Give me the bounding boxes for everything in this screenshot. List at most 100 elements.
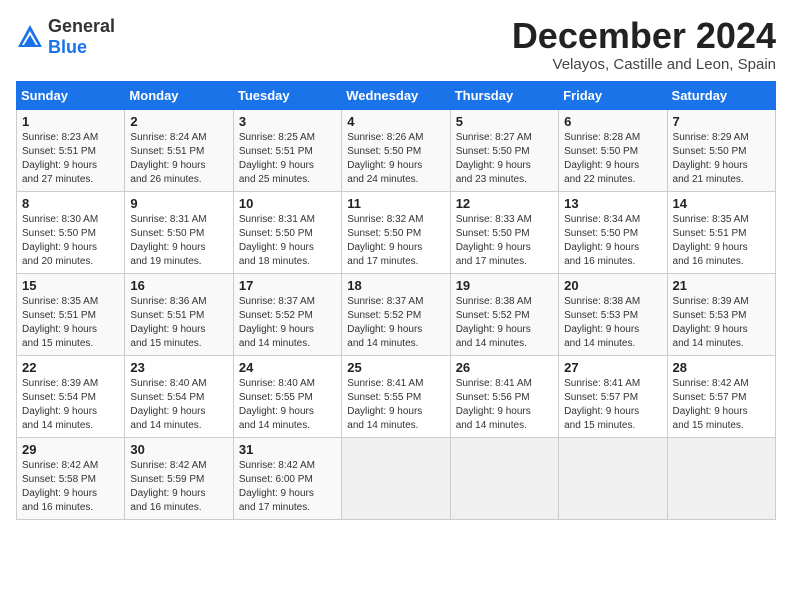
location-subtitle: Velayos, Castille and Leon, Spain <box>512 56 776 73</box>
logo-text-general: General <box>48 16 115 36</box>
calendar-cell: 28Sunrise: 8:42 AM Sunset: 5:57 PM Dayli… <box>667 355 775 437</box>
day-number: 3 <box>239 114 336 129</box>
day-info: Sunrise: 8:38 AM Sunset: 5:52 PM Dayligh… <box>456 295 553 351</box>
day-info: Sunrise: 8:40 AM Sunset: 5:54 PM Dayligh… <box>130 377 227 433</box>
day-info: Sunrise: 8:37 AM Sunset: 5:52 PM Dayligh… <box>347 295 444 351</box>
day-number: 27 <box>564 360 661 375</box>
day-of-week-header: Saturday <box>667 81 775 109</box>
day-number: 4 <box>347 114 444 129</box>
day-number: 23 <box>130 360 227 375</box>
day-number: 11 <box>347 196 444 211</box>
day-info: Sunrise: 8:40 AM Sunset: 5:55 PM Dayligh… <box>239 377 336 433</box>
calendar-cell: 9 Sunrise: 8:31 AM Sunset: 5:50 PM Daylig… <box>125 191 233 273</box>
calendar-cell: 14Sunrise: 8:35 AM Sunset: 5:51 PM Dayli… <box>667 191 775 273</box>
calendar-cell: 19Sunrise: 8:38 AM Sunset: 5:52 PM Dayli… <box>450 273 558 355</box>
month-title: December 2024 <box>512 16 776 56</box>
calendar-cell: 2 Sunrise: 8:24 AM Sunset: 5:51 PM Daylig… <box>125 109 233 191</box>
calendar-cell <box>450 437 558 519</box>
day-of-week-header: Tuesday <box>233 81 341 109</box>
calendar-cell: 11 Sunrise: 8:32 AM Sunset: 5:50 PM Dayli… <box>342 191 450 273</box>
calendar-week-row: 15 Sunrise: 8:35 AM Sunset: 5:51 PM Dayli… <box>17 273 776 355</box>
day-of-week-header: Monday <box>125 81 233 109</box>
day-info: Sunrise: 8:37 AM Sunset: 5:52 PM Dayligh… <box>239 295 336 351</box>
day-info: Sunrise: 8:35 AM Sunset: 5:51 PM Dayligh… <box>22 295 119 351</box>
general-blue-icon <box>16 23 44 51</box>
day-number: 25 <box>347 360 444 375</box>
day-info: Sunrise: 8:35 AM Sunset: 5:51 PM Dayligh… <box>673 213 770 269</box>
day-number: 30 <box>130 442 227 457</box>
day-info: Sunrise: 8:38 AM Sunset: 5:53 PM Dayligh… <box>564 295 661 351</box>
calendar-cell: 10 Sunrise: 8:31 AM Sunset: 5:50 PM Dayli… <box>233 191 341 273</box>
day-info: Sunrise: 8:42 AM Sunset: 5:57 PM Dayligh… <box>673 377 770 433</box>
day-number: 5 <box>456 114 553 129</box>
day-number: 6 <box>564 114 661 129</box>
calendar-cell: 17 Sunrise: 8:37 AM Sunset: 5:52 PM Dayli… <box>233 273 341 355</box>
calendar-cell: 8 Sunrise: 8:30 AM Sunset: 5:50 PM Daylig… <box>17 191 125 273</box>
day-number: 9 <box>130 196 227 211</box>
calendar-cell: 4Sunrise: 8:26 AM Sunset: 5:50 PM Daylig… <box>342 109 450 191</box>
calendar-cell <box>342 437 450 519</box>
calendar-cell: 12 Sunrise: 8:33 AM Sunset: 5:50 PM Dayli… <box>450 191 558 273</box>
day-number: 17 <box>239 278 336 293</box>
day-info: Sunrise: 8:32 AM Sunset: 5:50 PM Dayligh… <box>347 213 444 269</box>
day-number: 13 <box>564 196 661 211</box>
day-info: Sunrise: 8:24 AM Sunset: 5:51 PM Dayligh… <box>130 131 227 187</box>
day-number: 22 <box>22 360 119 375</box>
day-number: 15 <box>22 278 119 293</box>
logo-text-blue: Blue <box>48 37 87 57</box>
day-info: Sunrise: 8:36 AM Sunset: 5:51 PM Dayligh… <box>130 295 227 351</box>
day-info: Sunrise: 8:23 AM Sunset: 5:51 PM Dayligh… <box>22 131 119 187</box>
calendar-cell: 29 Sunrise: 8:42 AM Sunset: 5:58 PM Dayli… <box>17 437 125 519</box>
day-of-week-header: Friday <box>559 81 667 109</box>
day-info: Sunrise: 8:30 AM Sunset: 5:50 PM Dayligh… <box>22 213 119 269</box>
day-of-week-header: Wednesday <box>342 81 450 109</box>
header: General Blue December 2024 Velayos, Cast… <box>16 16 776 73</box>
day-info: Sunrise: 8:39 AM Sunset: 5:54 PM Dayligh… <box>22 377 119 433</box>
day-info: Sunrise: 8:33 AM Sunset: 5:50 PM Dayligh… <box>456 213 553 269</box>
day-number: 29 <box>22 442 119 457</box>
calendar-cell: 18 Sunrise: 8:37 AM Sunset: 5:52 PM Dayli… <box>342 273 450 355</box>
day-of-week-header: Thursday <box>450 81 558 109</box>
day-of-week-header: Sunday <box>17 81 125 109</box>
day-info: Sunrise: 8:41 AM Sunset: 5:55 PM Dayligh… <box>347 377 444 433</box>
calendar-cell: 7 Sunrise: 8:29 AM Sunset: 5:50 PM Daylig… <box>667 109 775 191</box>
day-number: 12 <box>456 196 553 211</box>
day-number: 18 <box>347 278 444 293</box>
calendar-cell: 30Sunrise: 8:42 AM Sunset: 5:59 PM Dayli… <box>125 437 233 519</box>
day-number: 8 <box>22 196 119 211</box>
calendar-week-row: 1 Sunrise: 8:23 AM Sunset: 5:51 PM Daylig… <box>17 109 776 191</box>
calendar-cell: 26Sunrise: 8:41 AM Sunset: 5:56 PM Dayli… <box>450 355 558 437</box>
calendar-cell: 21 Sunrise: 8:39 AM Sunset: 5:53 PM Dayli… <box>667 273 775 355</box>
day-info: Sunrise: 8:31 AM Sunset: 5:50 PM Dayligh… <box>239 213 336 269</box>
day-info: Sunrise: 8:41 AM Sunset: 5:57 PM Dayligh… <box>564 377 661 433</box>
day-info: Sunrise: 8:39 AM Sunset: 5:53 PM Dayligh… <box>673 295 770 351</box>
calendar-cell: 20 Sunrise: 8:38 AM Sunset: 5:53 PM Dayli… <box>559 273 667 355</box>
day-info: Sunrise: 8:27 AM Sunset: 5:50 PM Dayligh… <box>456 131 553 187</box>
day-info: Sunrise: 8:31 AM Sunset: 5:50 PM Dayligh… <box>130 213 227 269</box>
calendar-cell: 25 Sunrise: 8:41 AM Sunset: 5:55 PM Dayli… <box>342 355 450 437</box>
calendar-cell: 15 Sunrise: 8:35 AM Sunset: 5:51 PM Dayli… <box>17 273 125 355</box>
day-number: 21 <box>673 278 770 293</box>
day-info: Sunrise: 8:42 AM Sunset: 5:58 PM Dayligh… <box>22 459 119 515</box>
day-number: 16 <box>130 278 227 293</box>
day-info: Sunrise: 8:28 AM Sunset: 5:50 PM Dayligh… <box>564 131 661 187</box>
day-info: Sunrise: 8:42 AM Sunset: 6:00 PM Dayligh… <box>239 459 336 515</box>
day-info: Sunrise: 8:34 AM Sunset: 5:50 PM Dayligh… <box>564 213 661 269</box>
calendar-week-row: 8 Sunrise: 8:30 AM Sunset: 5:50 PM Daylig… <box>17 191 776 273</box>
day-number: 10 <box>239 196 336 211</box>
logo: General Blue <box>16 16 115 58</box>
calendar-cell: 27 Sunrise: 8:41 AM Sunset: 5:57 PM Dayli… <box>559 355 667 437</box>
calendar-cell <box>667 437 775 519</box>
day-info: Sunrise: 8:29 AM Sunset: 5:50 PM Dayligh… <box>673 131 770 187</box>
day-number: 7 <box>673 114 770 129</box>
day-number: 20 <box>564 278 661 293</box>
day-number: 1 <box>22 114 119 129</box>
calendar-cell: 24Sunrise: 8:40 AM Sunset: 5:55 PM Dayli… <box>233 355 341 437</box>
calendar-cell: 1 Sunrise: 8:23 AM Sunset: 5:51 PM Daylig… <box>17 109 125 191</box>
day-number: 2 <box>130 114 227 129</box>
day-info: Sunrise: 8:25 AM Sunset: 5:51 PM Dayligh… <box>239 131 336 187</box>
calendar-cell: 5 Sunrise: 8:27 AM Sunset: 5:50 PM Daylig… <box>450 109 558 191</box>
calendar-cell: 23 Sunrise: 8:40 AM Sunset: 5:54 PM Dayli… <box>125 355 233 437</box>
day-info: Sunrise: 8:41 AM Sunset: 5:56 PM Dayligh… <box>456 377 553 433</box>
calendar-cell: 3 Sunrise: 8:25 AM Sunset: 5:51 PM Daylig… <box>233 109 341 191</box>
